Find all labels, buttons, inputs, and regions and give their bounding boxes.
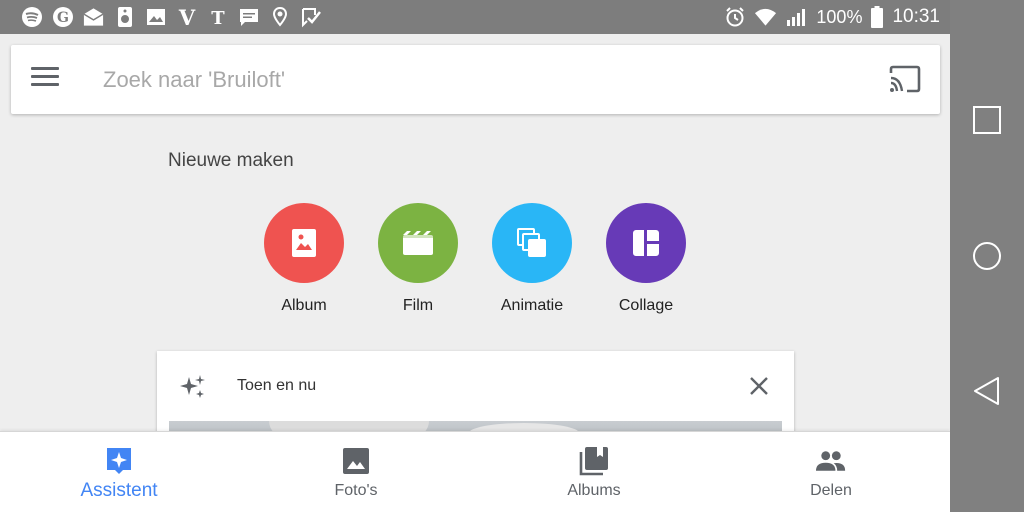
image-icon [144, 5, 167, 28]
checkmark-icon [299, 5, 322, 28]
recent-apps-icon[interactable] [972, 105, 1002, 135]
nav-label-assistant: Assistent [80, 480, 158, 501]
create-album-button[interactable]: Album [264, 203, 344, 315]
signal-icon [785, 6, 808, 29]
system-status: 100% 10:31 [723, 5, 940, 29]
nav-item-albums[interactable]: Albums [514, 432, 674, 512]
animation-icon [492, 203, 572, 283]
bottom-navigation: Assistent Foto's Albums Delen [0, 431, 950, 512]
film-icon [378, 203, 458, 283]
svg-text:T: T [211, 8, 225, 28]
create-film-button[interactable]: Film [378, 203, 458, 315]
g-logo-icon: G [51, 5, 74, 28]
create-animation-label: Animatie [500, 297, 564, 314]
create-film-label: Film [402, 297, 434, 314]
battery-percent: 100% [816, 6, 863, 27]
v-logo-icon: V [175, 5, 198, 28]
people-icon [816, 446, 846, 476]
battery-icon [870, 6, 884, 29]
nav-label-albums: Albums [567, 482, 621, 499]
search-bar [11, 45, 940, 114]
clock: 10:31 [892, 6, 940, 27]
mail-icon [82, 5, 105, 28]
nav-item-sharing[interactable]: Delen [751, 432, 911, 512]
create-animation-button[interactable]: Animatie [492, 203, 572, 315]
wifi-icon [754, 6, 777, 29]
alarm-icon [723, 6, 746, 29]
create-collage-button[interactable]: Collage [606, 203, 686, 315]
nav-label-sharing: Delen [810, 482, 852, 499]
cast-icon[interactable] [888, 64, 922, 94]
assistant-icon [104, 446, 134, 476]
notification-icons: G V T [20, 5, 322, 28]
album-icon [264, 203, 344, 283]
create-options: Album Film Animatie Collage [264, 203, 686, 315]
create-collage-label: Collage [618, 297, 674, 314]
back-icon[interactable] [972, 376, 1002, 406]
nav-item-assistant[interactable]: Assistent [39, 432, 199, 512]
section-title: Nieuwe maken [168, 150, 294, 171]
menu-icon[interactable] [31, 67, 59, 91]
svg-text:G: G [57, 10, 69, 26]
nav-item-photos[interactable]: Foto's [276, 432, 436, 512]
spotify-icon [20, 5, 43, 28]
nyt-icon: T [206, 5, 229, 28]
collage-icon [606, 203, 686, 283]
create-album-label: Album [281, 297, 327, 314]
system-navigation-bar [950, 0, 1024, 512]
svg-text:V: V [177, 6, 195, 28]
albums-icon [579, 446, 609, 476]
search-input[interactable] [103, 63, 803, 97]
speaker-icon [113, 5, 136, 28]
app-screen: G V T 100% 10:31 Zoek naar 'Bruiloft' Ni… [0, 0, 950, 512]
card-title: Toen en nu [237, 377, 317, 394]
sparkle-icon [179, 373, 207, 401]
photos-icon [341, 446, 371, 476]
close-icon[interactable] [748, 375, 770, 397]
message-icon [237, 5, 260, 28]
nav-label-photos: Foto's [334, 482, 378, 499]
maps-icon [268, 5, 291, 28]
status-bar: G V T 100% 10:31 [0, 0, 950, 34]
home-icon[interactable] [972, 241, 1002, 271]
